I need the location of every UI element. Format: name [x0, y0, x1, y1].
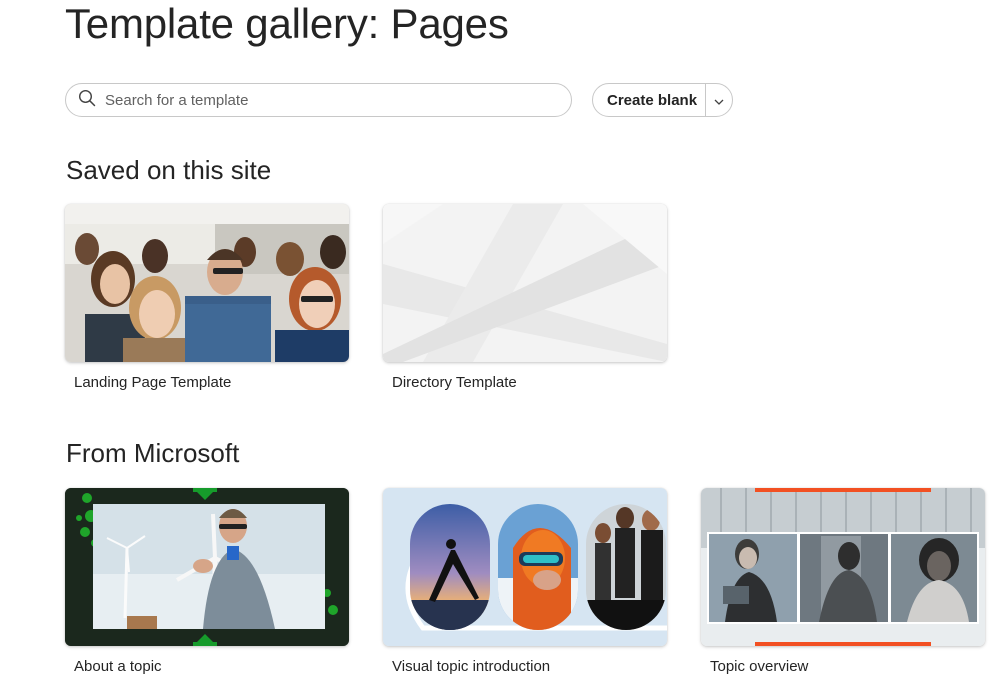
template-card-topic-overview[interactable]: Topic overview — [701, 488, 985, 675]
template-thumbnail — [383, 204, 667, 362]
template-label: Landing Page Template — [74, 374, 232, 391]
create-dropdown-button[interactable] — [706, 84, 732, 116]
search-input[interactable] — [105, 91, 525, 109]
create-blank-button[interactable]: Create blank — [593, 84, 705, 116]
template-thumbnail — [65, 488, 349, 646]
template-label: Visual topic introduction — [392, 658, 551, 675]
template-thumbnail — [383, 488, 667, 646]
template-label: Topic overview — [710, 658, 809, 675]
section-heading-saved: Saved on this site — [66, 155, 272, 185]
template-thumbnail — [701, 488, 985, 646]
create-blank-split-button: Create blank — [592, 83, 733, 117]
template-card-about-a-topic[interactable]: About a topic — [65, 488, 349, 675]
search-icon — [78, 89, 96, 112]
section-heading-microsoft: From Microsoft — [66, 438, 240, 468]
chevron-down-icon — [714, 93, 724, 108]
search-box[interactable] — [65, 83, 572, 117]
template-label: About a topic — [74, 658, 162, 675]
template-label: Directory Template — [392, 374, 517, 391]
page-title: Template gallery: Pages — [65, 0, 509, 47]
template-thumbnail — [65, 204, 349, 362]
template-card-landing-page[interactable]: Landing Page Template — [65, 204, 349, 391]
template-card-directory[interactable]: Directory Template — [383, 204, 667, 391]
template-card-visual-topic-introduction[interactable]: Visual topic introduction — [383, 488, 667, 675]
